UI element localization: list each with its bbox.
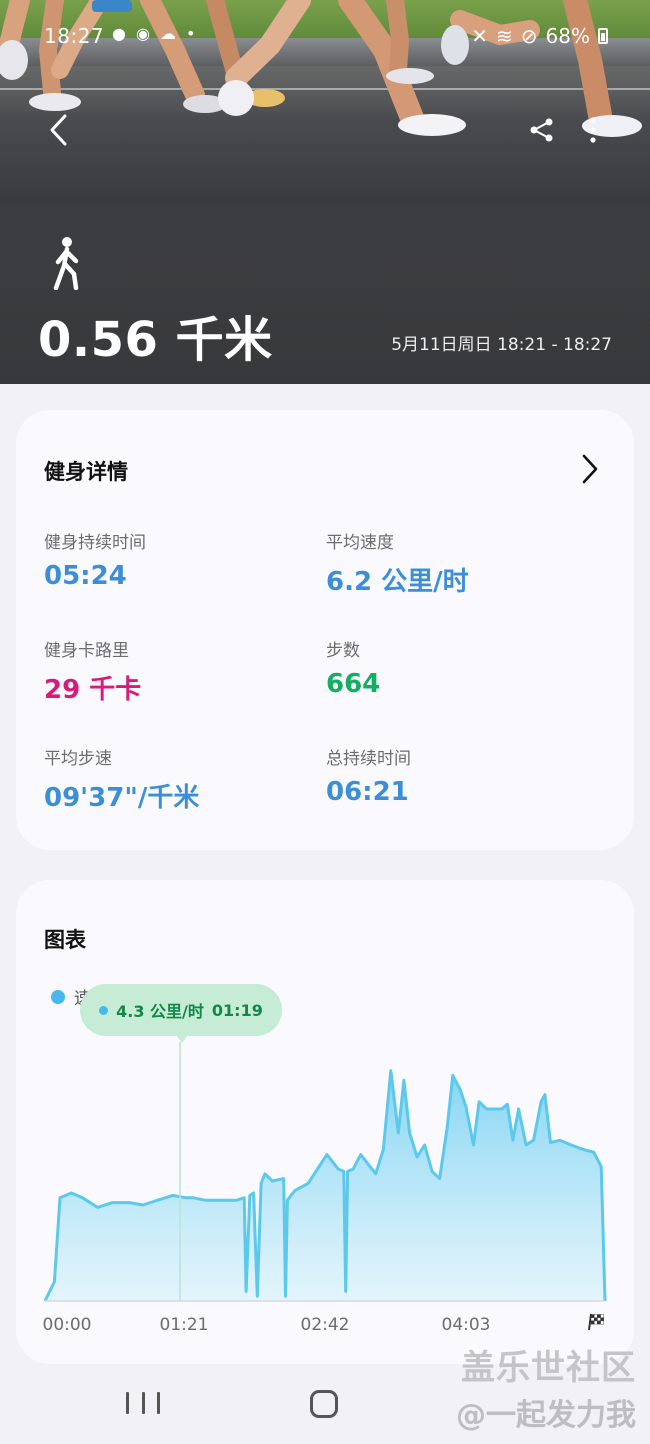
x-tick-label: 01:21 xyxy=(160,1315,209,1335)
recent-bar-icon xyxy=(126,1392,129,1414)
system-nav-bar xyxy=(0,1372,650,1444)
hero-banner: 18:27 ● ◉ ☁ • ✕ ≋ ⊘ 68% 0.56 千米 5月11日周日 … xyxy=(0,0,650,384)
tooltip-time: 01:19 xyxy=(211,1000,263,1020)
details-title: 健身详情 xyxy=(44,460,128,484)
distance-value: 0.56 千米 xyxy=(38,312,273,368)
chart-tooltip: 4.3 公里/时 01:19 xyxy=(80,984,282,1036)
wifi-icon: ≋ xyxy=(496,24,513,48)
metric-label: 平均速度 xyxy=(326,533,394,553)
status-bar: 18:27 ● ◉ ☁ • ✕ ≋ ⊘ 68% xyxy=(0,0,650,70)
back-button[interactable] xyxy=(40,110,76,150)
battery-percent: 68% xyxy=(545,24,590,48)
x-tick-label: 02:42 xyxy=(301,1315,350,1335)
metric-calories: 健身卡路里 29 千卡 xyxy=(44,636,304,706)
tooltip-pointer xyxy=(175,1034,189,1043)
metric-value: 6.2 公里/时 xyxy=(326,567,469,597)
status-notification-icons: ● ◉ ☁ • xyxy=(112,24,195,43)
status-system-icons: ✕ ≋ ⊘ 68% xyxy=(471,24,608,48)
notification-icon: ● xyxy=(112,24,126,43)
metric-label: 健身持续时间 xyxy=(44,533,146,553)
recent-bar-icon xyxy=(141,1392,145,1414)
metric-value: 05:24 xyxy=(44,561,127,591)
metric-average-speed: 平均速度 6.2 公里/时 xyxy=(326,528,586,598)
recent-bar-icon xyxy=(157,1392,160,1414)
metric-value: 29 千卡 xyxy=(44,675,142,705)
weibo-icon: ◉ xyxy=(135,24,150,43)
do-not-disturb-icon: ⊘ xyxy=(520,24,538,48)
workout-date-range: 5月11日周日 18:21 - 18:27 xyxy=(391,335,612,355)
metric-value: 664 xyxy=(326,669,381,699)
tooltip-value: 4.3 公里/时 xyxy=(116,1002,204,1021)
metric-average-pace: 平均步速 09'37"/千米 xyxy=(44,744,304,814)
metric-value: 09'37"/千米 xyxy=(44,783,200,813)
chevron-right-icon xyxy=(582,454,598,484)
metric-workout-duration: 健身持续时间 05:24 xyxy=(44,528,304,591)
walk-icon xyxy=(53,237,79,290)
mute-icon: ✕ xyxy=(471,24,489,48)
chart-card: 图表 速度 00:0001:2102:4204:03 4.3 公里/时 01:1… xyxy=(16,880,634,1364)
speed-area-fill xyxy=(45,1070,605,1301)
chevron-left-icon xyxy=(50,114,67,146)
x-tick-label: 00:00 xyxy=(43,1315,92,1335)
metric-label: 步数 xyxy=(326,641,360,661)
more-options-button[interactable] xyxy=(578,110,608,150)
tooltip-dot xyxy=(99,1005,109,1015)
home-button[interactable] xyxy=(310,1390,338,1418)
metric-total-duration: 总持续时间 06:21 xyxy=(326,744,586,807)
details-expand-button[interactable] xyxy=(576,452,604,486)
share-button[interactable] xyxy=(524,110,560,150)
share-icon xyxy=(530,118,553,142)
recent-apps-button[interactable] xyxy=(126,1392,160,1422)
dot-icon: • xyxy=(185,24,196,43)
workout-details-card: 健身详情 健身持续时间 05:24 平均速度 6.2 公里/时 健身卡路里 29… xyxy=(16,410,634,850)
more-vertical-icon xyxy=(590,117,596,143)
metric-label: 平均步速 xyxy=(44,749,112,769)
metric-label: 健身卡路里 xyxy=(44,641,129,661)
speed-area-chart[interactable]: 00:00 01:21 02:42 04:03 xyxy=(16,880,634,1364)
x-tick-label: 04:03 xyxy=(442,1315,491,1335)
metric-label: 总持续时间 xyxy=(326,749,411,769)
status-time: 18:27 xyxy=(44,24,105,48)
metric-value: 06:21 xyxy=(326,777,409,807)
cloud-icon: ☁ xyxy=(159,24,176,43)
finish-flag-icon xyxy=(588,1313,605,1331)
metric-steps: 步数 664 xyxy=(326,636,586,699)
battery-icon xyxy=(598,28,608,44)
